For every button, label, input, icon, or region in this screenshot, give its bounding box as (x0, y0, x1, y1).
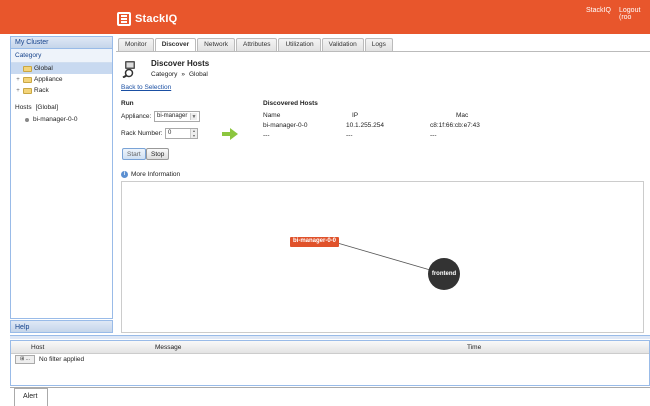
tab-utilization[interactable]: Utilization (278, 38, 321, 51)
appliance-select[interactable]: bi-manager ▼ (154, 111, 200, 122)
placeholder-host-mac: --- (430, 132, 437, 139)
appliance-select-value: bi-manager (157, 113, 188, 119)
filter-row: ⊞ ... No filter applied (11, 354, 649, 365)
appliance-label: Appliance: (121, 113, 152, 120)
tree-item-label: Global (34, 65, 53, 72)
grid-header: Host Message Time (11, 341, 649, 354)
expand-icon[interactable]: + (15, 88, 21, 94)
rack-number-input[interactable]: 0 ▲ ▼ (165, 128, 198, 139)
tab-monitor[interactable]: Monitor (118, 38, 154, 51)
folder-icon (23, 65, 32, 72)
back-to-selection-link[interactable]: Back to Selection (121, 84, 171, 91)
breadcrumb-value: Global (189, 71, 208, 78)
tree-item-label: Appliance (34, 76, 63, 83)
logout-link[interactable]: Logout (roo (619, 7, 650, 21)
graph-node-frontend[interactable]: frontend (428, 258, 460, 290)
column-header-message[interactable]: Message (155, 344, 181, 351)
cluster-panel: My Cluster Category Global + Appliance +… (10, 36, 113, 319)
alert-grid: Host Message Time ⊞ ... No filter applie… (10, 340, 650, 386)
bottom-tab-line (10, 387, 650, 388)
app-name: StackIQ (135, 13, 178, 25)
filter-status: No filter applied (39, 356, 85, 363)
tab-alert[interactable]: Alert (14, 388, 48, 406)
spinner-icon[interactable]: ▲ ▼ (190, 129, 197, 138)
breadcrumb: Category » Global (151, 71, 208, 78)
column-header-mac: Mac (456, 112, 469, 119)
run-section-title: Run (121, 100, 134, 107)
breadcrumb-category: Category (151, 71, 178, 78)
expand-icon[interactable]: + (15, 77, 21, 83)
more-information-toggle[interactable]: i More Information (121, 171, 180, 178)
discover-panel: Discover Hosts Category » Global Back to… (116, 52, 650, 334)
tab-discover[interactable]: Discover (154, 38, 197, 52)
hosts-header: Hosts [Global] (11, 96, 112, 114)
tab-network[interactable]: Network (197, 38, 235, 51)
cluster-panel-title: My Cluster (11, 37, 112, 49)
chevron-down-icon[interactable]: ▼ (190, 113, 197, 120)
discovered-hosts-title: Discovered Hosts (263, 100, 318, 107)
column-header-host[interactable]: Host (31, 344, 44, 351)
more-information-label: More Information (131, 171, 181, 178)
placeholder-host-name: --- (263, 132, 270, 139)
column-header-ip: IP (352, 112, 359, 119)
filter-button[interactable]: ⊞ ... (15, 355, 35, 364)
category-label: Category (11, 49, 112, 63)
discovered-host-ip: 10.1.255.254 (346, 122, 384, 129)
page-title: Discover Hosts (151, 59, 210, 68)
main-tabs: Monitor Discover Network Attributes Util… (118, 38, 393, 52)
stackiq-logo-icon (117, 12, 131, 26)
discovered-host-mac: c8:1f:66:cb:e7:43 (430, 122, 480, 129)
tab-validation[interactable]: Validation (321, 38, 364, 51)
tree-item-rack[interactable]: + Rack (11, 85, 112, 96)
graph-node-frontend-label: frontend (431, 271, 457, 277)
tree-item-label: Rack (34, 87, 49, 94)
graph-edges (333, 241, 445, 275)
arrow-right-icon (222, 128, 238, 140)
folder-icon (23, 76, 32, 83)
topology-graph[interactable]: bi-manager-0-0 frontend (121, 181, 644, 333)
tab-attributes[interactable]: Attributes (236, 38, 278, 51)
stackiq-logo[interactable]: StackIQ (117, 12, 177, 26)
hosts-label: Hosts (15, 104, 32, 111)
nav-stackiq-link[interactable]: StackIQ (586, 7, 611, 14)
rack-number-value: 0 (168, 130, 172, 136)
top-bar: StackIQ StackIQ Logout (roo (0, 0, 650, 34)
host-bullet-icon (25, 117, 29, 122)
app-screen: StackIQ StackIQ Logout (roo My Cluster C… (0, 0, 650, 406)
folder-icon (23, 87, 32, 94)
column-header-name: Name (263, 112, 281, 119)
hosts-filter: [Global] (35, 104, 59, 111)
column-header-time[interactable]: Time (467, 344, 481, 351)
discover-hosts-icon (122, 61, 135, 78)
help-panel[interactable]: Help (10, 320, 113, 333)
discovered-host-name: bi-manager-0-0 (263, 122, 308, 129)
breadcrumb-separator: » (181, 71, 185, 78)
placeholder-host-ip: --- (346, 132, 353, 139)
host-list-item[interactable]: bi-manager-0-0 (11, 114, 112, 125)
start-button[interactable]: Start (122, 148, 146, 160)
info-icon: i (121, 171, 128, 178)
stop-button[interactable]: Stop (146, 148, 170, 160)
tree-item-global[interactable]: Global (11, 63, 112, 74)
panel-splitter[interactable] (10, 335, 650, 339)
host-name: bi-manager-0-0 (33, 116, 78, 123)
tree-item-appliance[interactable]: + Appliance (11, 74, 112, 85)
rack-number-label: Rack Number: (121, 130, 163, 137)
tab-logs[interactable]: Logs (364, 38, 393, 51)
graph-node-host[interactable]: bi-manager-0-0 (290, 237, 340, 247)
